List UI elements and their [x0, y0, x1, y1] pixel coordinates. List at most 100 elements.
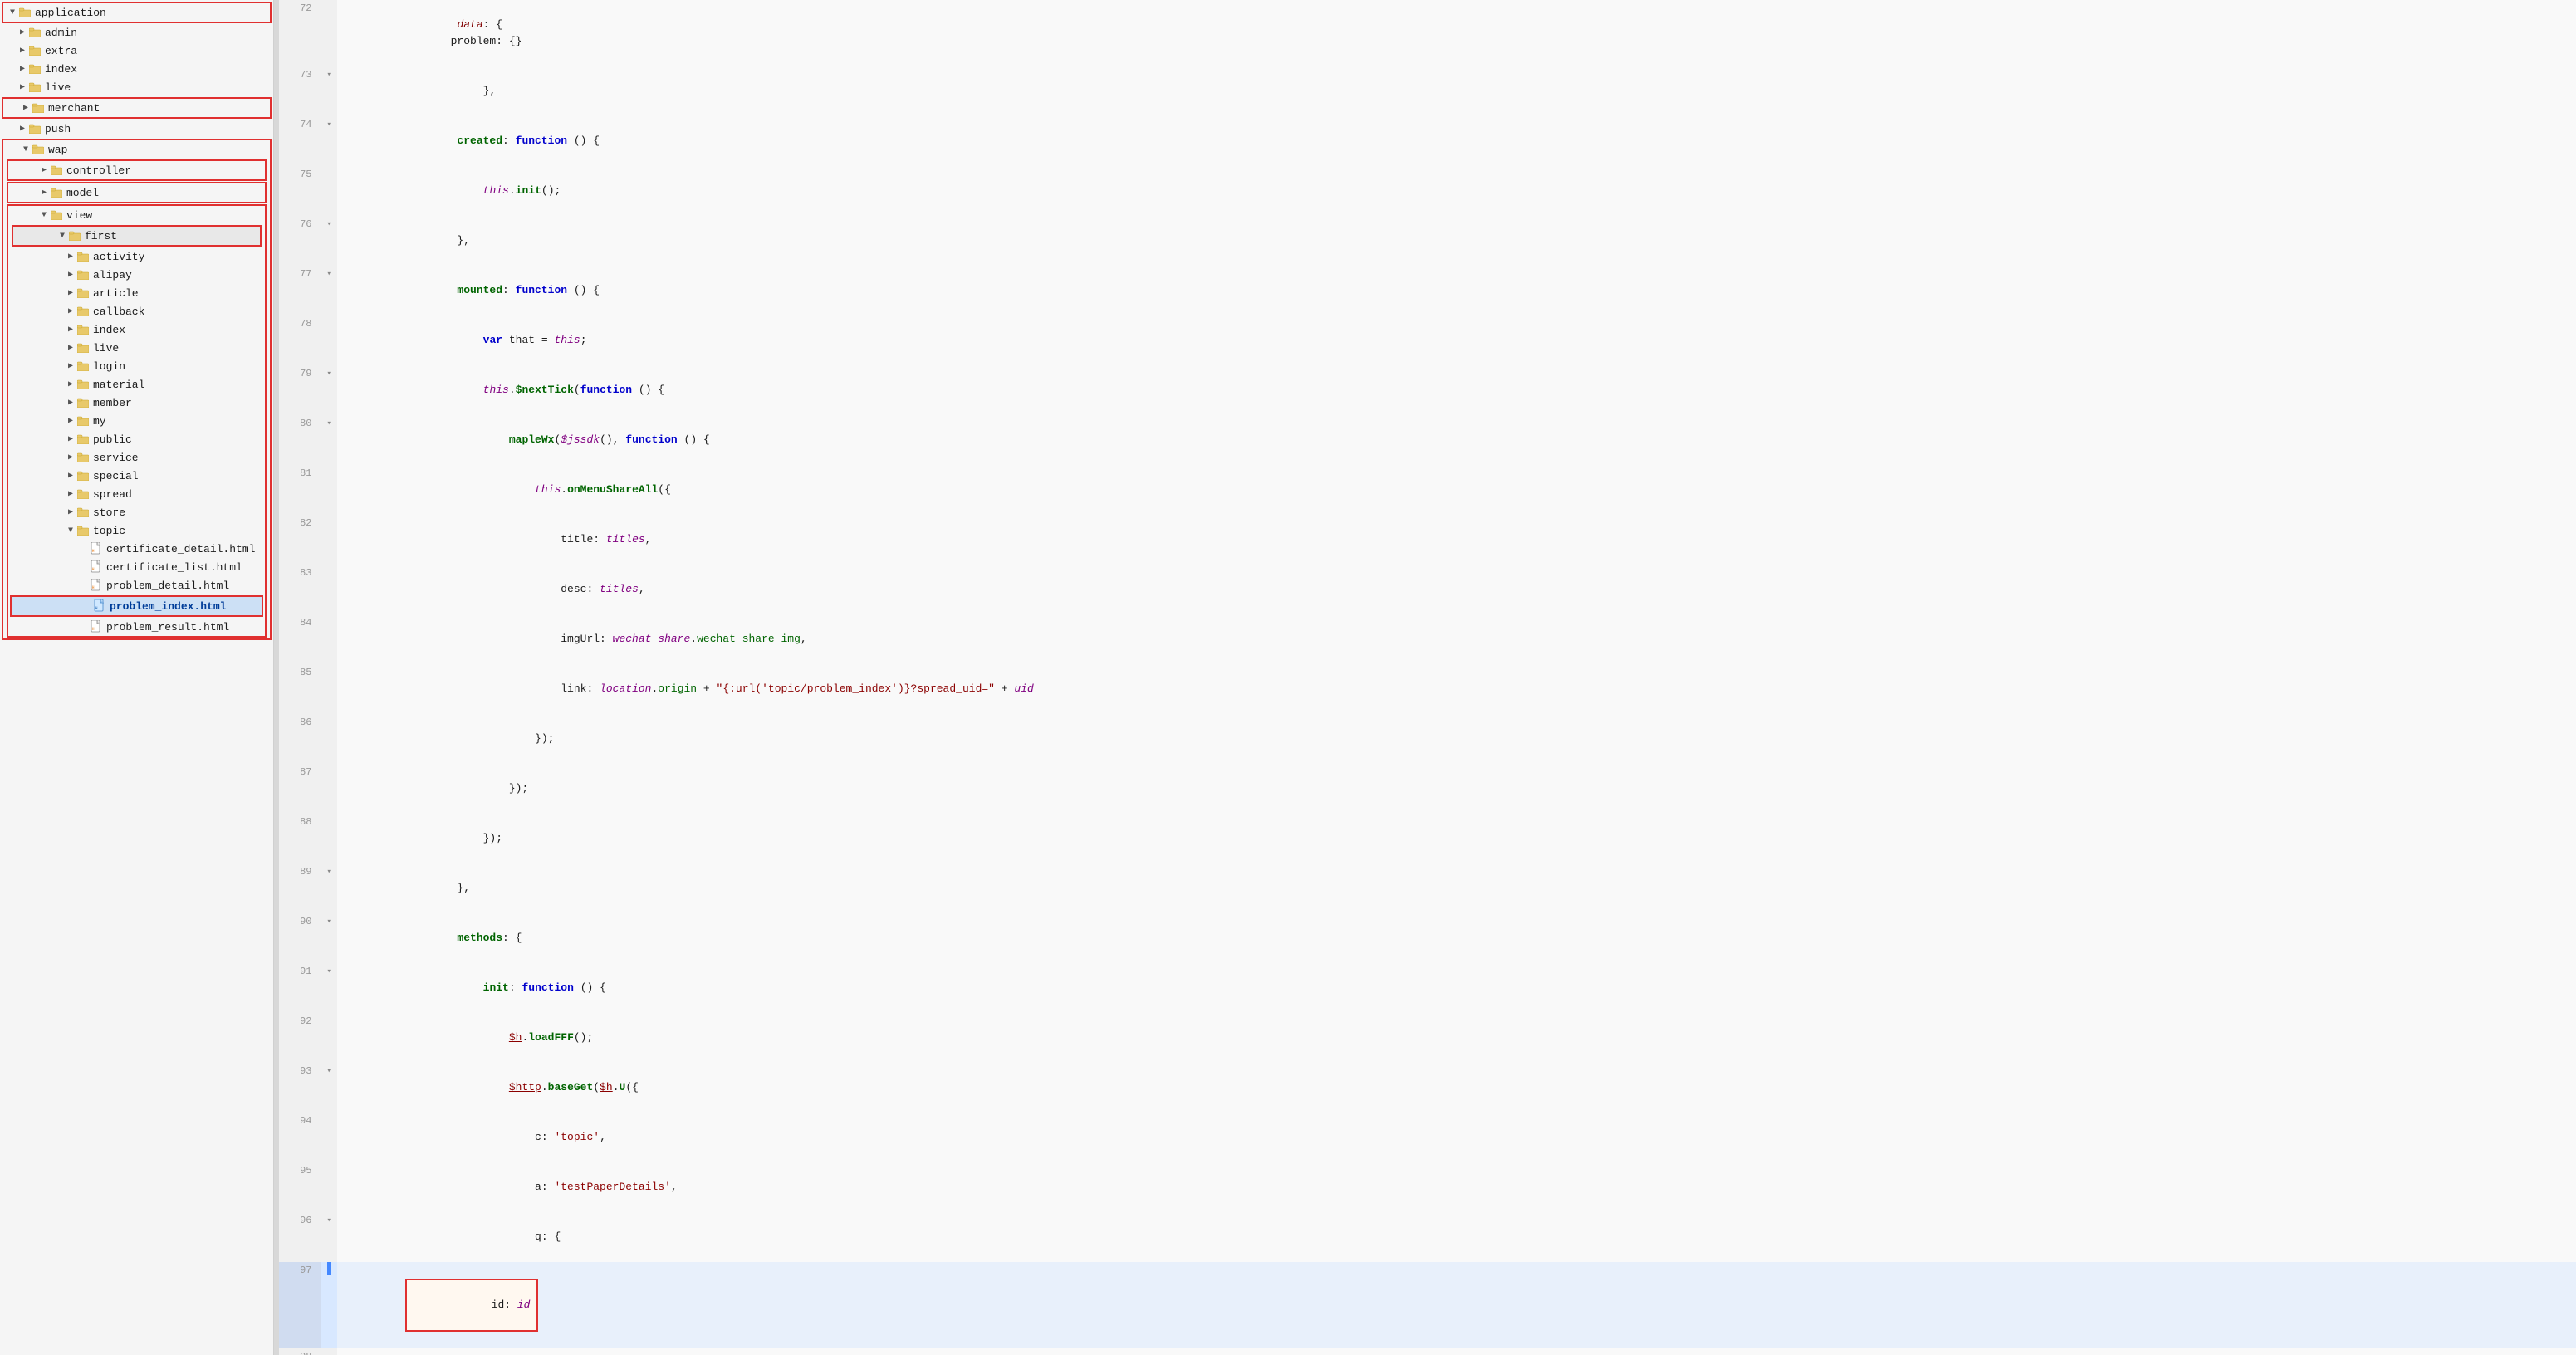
arrow-icon: ▶: [65, 416, 76, 426]
tree-item-spread[interactable]: ▶ spread: [8, 485, 265, 503]
tree-item-push[interactable]: ▶ push: [0, 120, 273, 138]
line-number: 72: [279, 0, 321, 66]
arrow-icon: ▶: [65, 434, 76, 444]
tree-item-application[interactable]: ▼ application: [3, 3, 270, 22]
line-number: 78: [279, 316, 321, 365]
tree-label-problem-detail: problem_detail.html: [106, 580, 229, 592]
code-table: 72 data: { problem: {} 73 ▾ },: [279, 0, 2576, 1355]
arrow-icon: ▶: [65, 398, 76, 408]
line-number: 84: [279, 614, 321, 664]
line-number: 92: [279, 1013, 321, 1063]
tree-item-model[interactable]: ▶ model: [8, 183, 265, 202]
line-number: 81: [279, 465, 321, 515]
tree-item-public[interactable]: ▶ public: [8, 430, 265, 448]
arrow-icon: ▶: [65, 343, 76, 353]
tree-label-live: live: [45, 81, 71, 94]
tree-label-live2: live: [93, 342, 119, 355]
tree-item-merchant[interactable]: ▶ merchant: [3, 99, 270, 117]
line-number: 76: [279, 216, 321, 266]
tree-item-live2[interactable]: ▶ live: [8, 339, 265, 357]
line-number: 95: [279, 1162, 321, 1212]
tree-label-first: first: [85, 230, 117, 242]
folder-icon: [50, 210, 63, 220]
tree-label-special: special: [93, 470, 139, 482]
tree-item-index[interactable]: ▶ index: [0, 60, 273, 78]
folder-icon: [76, 270, 90, 280]
tree-item-first[interactable]: ▼ first: [13, 227, 260, 245]
tree-item-certificate-list[interactable]: H certificate_list.html: [8, 558, 265, 576]
tree-item-index2[interactable]: ▶ index: [8, 320, 265, 339]
code-content: data: { problem: {}: [337, 0, 2576, 66]
arrow-icon: ▶: [65, 270, 76, 280]
file-tree-sidebar[interactable]: ▼ application ▶ admin ▶: [0, 0, 274, 1355]
tree-label-material: material: [93, 379, 144, 391]
tree-item-admin[interactable]: ▶ admin: [0, 23, 273, 42]
tree-item-activity[interactable]: ▶ activity: [8, 247, 265, 266]
tree-label-login: login: [93, 360, 125, 373]
code-content: methods: {: [337, 913, 2576, 963]
code-line-97: 97 id: id: [279, 1262, 2576, 1348]
tree-item-topic[interactable]: ▼ topic: [8, 521, 265, 540]
fold-gutter: ▾: [321, 1063, 337, 1113]
code-editor: 72 data: { problem: {} 73 ▾ },: [279, 0, 2576, 1355]
line-number: 75: [279, 166, 321, 216]
folder-icon: [32, 144, 45, 154]
fold-gutter: [321, 0, 337, 66]
line-number: 80: [279, 415, 321, 465]
tree-item-store[interactable]: ▶ store: [8, 503, 265, 521]
fold-gutter: ▾: [321, 913, 337, 963]
tree-item-service[interactable]: ▶ service: [8, 448, 265, 467]
tree-label-certificate-list: certificate_list.html: [106, 561, 242, 574]
arrow-icon: ▶: [65, 507, 76, 517]
code-content: q: {: [337, 1212, 2576, 1262]
code-line-93: 93 ▾ $http.baseGet($h.U({: [279, 1063, 2576, 1113]
tree-item-wap[interactable]: ▼ wap: [3, 140, 270, 159]
folder-icon: [28, 124, 42, 134]
tree-item-live[interactable]: ▶ live: [0, 78, 273, 96]
tree-item-view[interactable]: ▼ view: [8, 206, 265, 224]
arrow-icon: ▶: [38, 188, 50, 198]
folder-icon: [18, 7, 32, 17]
tree-item-problem-detail[interactable]: H problem_detail.html: [8, 576, 265, 594]
tree-item-material[interactable]: ▶ material: [8, 375, 265, 394]
tree-item-problem-index[interactable]: H problem_index.html: [12, 597, 262, 615]
code-content: mounted: function () {: [337, 266, 2576, 316]
fold-gutter: ▾: [321, 863, 337, 913]
tree-item-alipay[interactable]: ▶ alipay: [8, 266, 265, 284]
tree-item-special[interactable]: ▶ special: [8, 467, 265, 485]
arrow-icon: ▶: [17, 82, 28, 92]
code-content: link: location.origin + "{:url('topic/pr…: [337, 664, 2576, 714]
tree-label-service: service: [93, 452, 139, 464]
fold-gutter: [321, 166, 337, 216]
html-file-icon-active: H: [93, 599, 106, 613]
folder-icon: [50, 165, 63, 175]
tree-item-certificate-detail[interactable]: H certificate_detail.html: [8, 540, 265, 558]
code-line-96: 96 ▾ q: {: [279, 1212, 2576, 1262]
tree-item-login[interactable]: ▶ login: [8, 357, 265, 375]
tree-item-my[interactable]: ▶ my: [8, 412, 265, 430]
folder-icon: [76, 325, 90, 335]
tree-item-member[interactable]: ▶ member: [8, 394, 265, 412]
line-number: 88: [279, 814, 321, 863]
line-number: 87: [279, 764, 321, 814]
arrow-icon: ▼: [65, 526, 76, 536]
folder-icon: [76, 306, 90, 316]
code-content: mapleWx($jssdk(), function () {: [337, 415, 2576, 465]
tree-item-controller[interactable]: ▶ controller: [8, 161, 265, 179]
line-number: 82: [279, 515, 321, 565]
html-file-icon: H: [90, 542, 103, 555]
arrow-icon: ▶: [65, 452, 76, 462]
line-number: 97: [279, 1262, 321, 1348]
tree-item-problem-result[interactable]: H problem_result.html: [8, 618, 265, 636]
arrow-icon: ▶: [65, 306, 76, 316]
tree-item-extra[interactable]: ▶ extra: [0, 42, 273, 60]
code-line-87: 87 });: [279, 764, 2576, 814]
tree-label-topic: topic: [93, 525, 125, 537]
tree-item-article[interactable]: ▶ article: [8, 284, 265, 302]
tree-label-callback: callback: [93, 306, 144, 318]
tree-item-callback[interactable]: ▶ callback: [8, 302, 265, 320]
code-content: desc: titles,: [337, 565, 2576, 614]
fold-gutter: [321, 614, 337, 664]
folder-icon: [76, 452, 90, 462]
code-line-88: 88 });: [279, 814, 2576, 863]
